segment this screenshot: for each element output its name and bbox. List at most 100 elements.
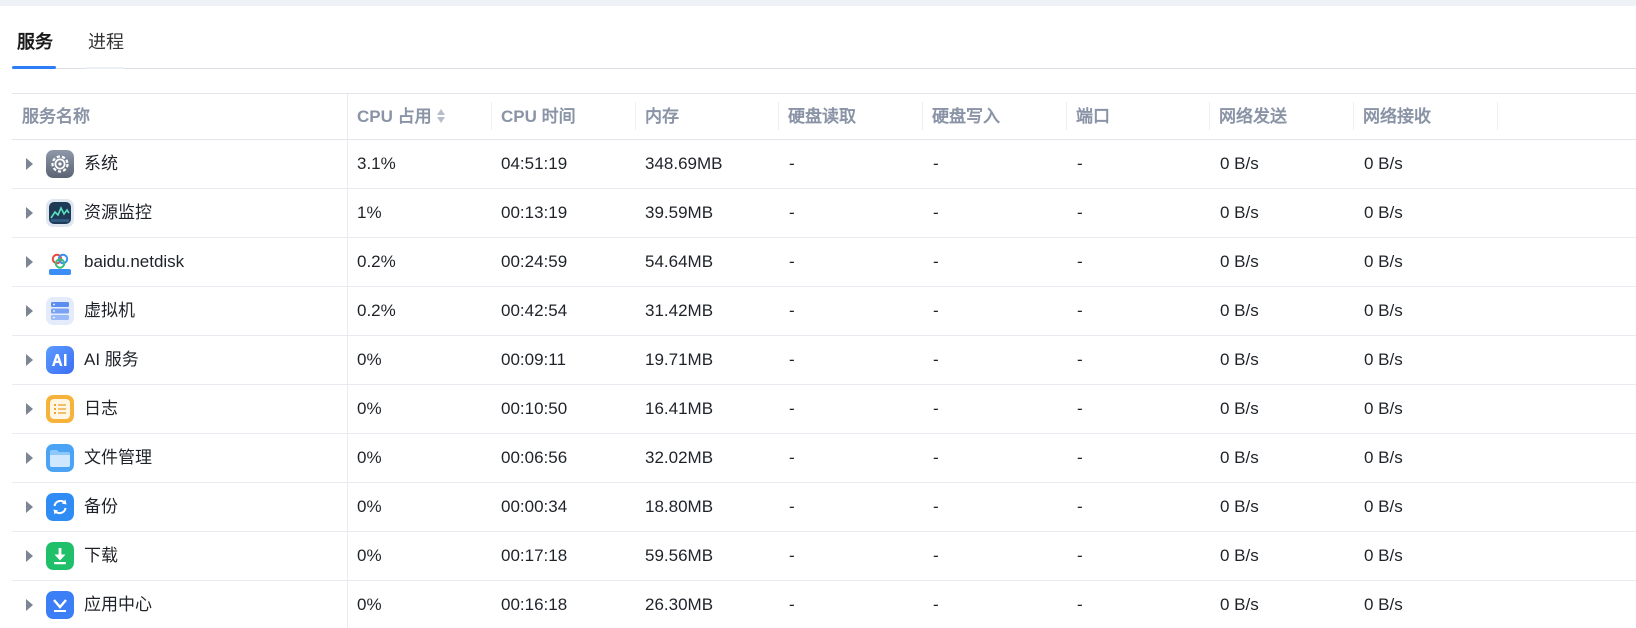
backup-icon <box>46 493 74 521</box>
cpu-usage: 0.2% <box>357 301 396 320</box>
download-icon <box>46 542 74 570</box>
cpu-usage: 0.2% <box>357 252 396 271</box>
disk-write: - <box>933 497 939 516</box>
sort-icon[interactable] <box>436 107 446 125</box>
port: - <box>1077 252 1083 271</box>
active-tab-indicator <box>12 66 56 69</box>
expand-arrow-icon[interactable] <box>26 452 33 464</box>
disk-read: - <box>789 350 795 369</box>
net-send: 0 B/s <box>1220 350 1259 369</box>
header-disk-write[interactable]: 硬盘写入 <box>932 94 1000 140</box>
disk-write: - <box>933 252 939 271</box>
disk-write: - <box>933 448 939 467</box>
table-body: 系统 3.1% 04:51:19 348.69MB - - - 0 B/s 0 … <box>12 140 1636 628</box>
table-row[interactable]: AI 服务 0% 00:09:11 19.71MB - - - 0 B/s 0 … <box>12 336 1636 385</box>
disk-read: - <box>789 301 795 320</box>
header-cpu-time[interactable]: CPU 时间 <box>501 94 576 140</box>
memory: 32.02MB <box>645 448 714 467</box>
expand-arrow-icon[interactable] <box>26 305 33 317</box>
net-send: 0 B/s <box>1220 399 1259 418</box>
expand-arrow-icon[interactable] <box>26 354 33 366</box>
cpu-usage: 0% <box>357 399 382 418</box>
expand-arrow-icon[interactable] <box>26 501 33 513</box>
net-send: 0 B/s <box>1220 203 1259 222</box>
baidu-netdisk-icon <box>46 248 74 276</box>
table-row[interactable]: 虚拟机 0.2% 00:42:54 31.42MB - - - 0 B/s 0 … <box>12 287 1636 336</box>
cpu-time: 00:06:56 <box>501 448 568 467</box>
header-net-recv[interactable]: 网络接收 <box>1363 94 1431 140</box>
net-send: 0 B/s <box>1220 497 1259 516</box>
net-send: 0 B/s <box>1220 546 1259 565</box>
cpu-time: 00:17:18 <box>501 546 568 565</box>
service-name: 文件管理 <box>84 448 152 467</box>
cpu-time: 00:16:18 <box>501 595 568 614</box>
ai-icon <box>46 346 74 374</box>
service-name: AI 服务 <box>84 350 139 369</box>
cpu-usage: 0% <box>357 350 382 369</box>
header-net-send[interactable]: 网络发送 <box>1219 94 1287 140</box>
table-row[interactable]: 应用中心 0% 00:16:18 26.30MB - - - 0 B/s 0 B… <box>12 581 1636 628</box>
table-row[interactable]: baidu.netdisk 0.2% 00:24:59 54.64MB - - … <box>12 238 1636 287</box>
net-send: 0 B/s <box>1220 595 1259 614</box>
service-name: 资源监控 <box>84 203 152 222</box>
disk-read: - <box>789 448 795 467</box>
services-table: 服务名称 CPU 占用 CPU 时间 内存 硬盘读取 硬盘写入 端口 网络发送 … <box>12 93 1636 628</box>
expand-arrow-icon[interactable] <box>26 599 33 611</box>
memory: 16.41MB <box>645 399 714 418</box>
cpu-usage: 3.1% <box>357 154 396 173</box>
cpu-usage: 0% <box>357 595 382 614</box>
net-send: 0 B/s <box>1220 448 1259 467</box>
cpu-time: 00:10:50 <box>501 399 568 418</box>
disk-write: - <box>933 301 939 320</box>
expand-arrow-icon[interactable] <box>26 550 33 562</box>
table-row[interactable]: 资源监控 1% 00:13:19 39.59MB - - - 0 B/s 0 B… <box>12 189 1636 238</box>
virtual-machine-icon <box>46 297 74 325</box>
disk-read: - <box>789 252 795 271</box>
disk-write: - <box>933 350 939 369</box>
tab-processes[interactable]: 进程 <box>88 28 124 54</box>
header-service-name[interactable]: 服务名称 <box>22 94 90 140</box>
service-name: 下载 <box>84 546 118 565</box>
cpu-usage: 0% <box>357 546 382 565</box>
table-row[interactable]: 下载 0% 00:17:18 59.56MB - - - 0 B/s 0 B/s <box>12 532 1636 581</box>
header-memory[interactable]: 内存 <box>645 94 679 140</box>
memory: 26.30MB <box>645 595 714 614</box>
expand-arrow-icon[interactable] <box>26 158 33 170</box>
net-recv: 0 B/s <box>1364 203 1403 222</box>
column-divider <box>1353 102 1354 130</box>
net-recv: 0 B/s <box>1364 350 1403 369</box>
net-recv: 0 B/s <box>1364 399 1403 418</box>
memory: 19.71MB <box>645 350 714 369</box>
column-divider <box>922 102 923 130</box>
disk-write: - <box>933 154 939 173</box>
cpu-time: 00:13:19 <box>501 203 568 222</box>
table-row[interactable]: 备份 0% 00:00:34 18.80MB - - - 0 B/s 0 B/s <box>12 483 1636 532</box>
tab-services[interactable]: 服务 <box>17 28 53 54</box>
port: - <box>1077 301 1083 320</box>
expand-arrow-icon[interactable] <box>26 403 33 415</box>
cpu-usage: 0% <box>357 497 382 516</box>
table-row[interactable]: 文件管理 0% 00:06:56 32.02MB - - - 0 B/s 0 B… <box>12 434 1636 483</box>
service-name: 备份 <box>84 497 118 516</box>
header-disk-read[interactable]: 硬盘读取 <box>788 94 856 140</box>
log-icon <box>46 395 74 423</box>
table-row[interactable]: 系统 3.1% 04:51:19 348.69MB - - - 0 B/s 0 … <box>12 140 1636 189</box>
cpu-time: 00:42:54 <box>501 301 568 320</box>
disk-write: - <box>933 399 939 418</box>
table-row[interactable]: 日志 0% 00:10:50 16.41MB - - - 0 B/s 0 B/s <box>12 385 1636 434</box>
service-name: 虚拟机 <box>84 301 135 320</box>
net-send: 0 B/s <box>1220 301 1259 320</box>
header-cpu-usage[interactable]: CPU 占用 <box>357 94 446 140</box>
disk-write: - <box>933 595 939 614</box>
memory: 31.42MB <box>645 301 714 320</box>
header-cpu-usage-label: CPU 占用 <box>357 107 432 126</box>
app-center-icon <box>46 591 74 619</box>
net-recv: 0 B/s <box>1364 546 1403 565</box>
disk-read: - <box>789 399 795 418</box>
expand-arrow-icon[interactable] <box>26 207 33 219</box>
net-recv: 0 B/s <box>1364 595 1403 614</box>
header-port[interactable]: 端口 <box>1076 94 1110 140</box>
memory: 18.80MB <box>645 497 714 516</box>
expand-arrow-icon[interactable] <box>26 256 33 268</box>
net-recv: 0 B/s <box>1364 448 1403 467</box>
